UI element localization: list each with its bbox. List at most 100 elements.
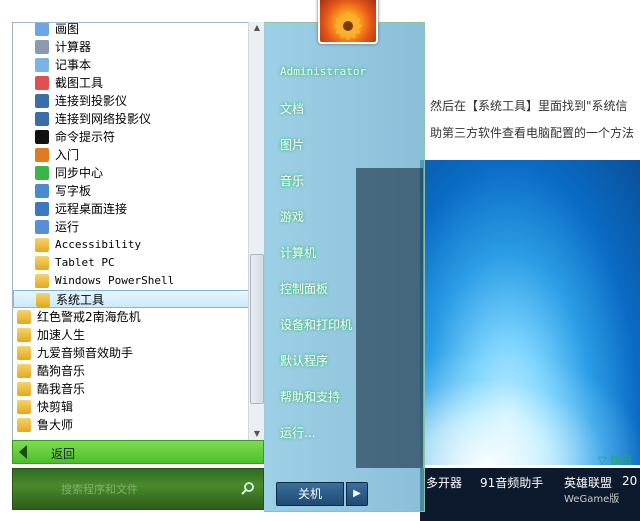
taskbar-item-duokaiqi[interactable]: 多开器 — [426, 474, 462, 491]
program-item[interactable]: 计算器 — [13, 38, 249, 56]
program-item[interactable]: 系统工具 — [13, 290, 249, 308]
right-menu-item[interactable]: 控制面板 — [280, 280, 328, 297]
program-item[interactable]: 远程桌面连接 — [13, 200, 249, 218]
program-item-label: 鲁大师 — [37, 418, 74, 432]
program-item[interactable]: Windows PowerShell — [13, 272, 249, 290]
folder-icon — [35, 256, 49, 270]
right-menu-item[interactable]: 默认程序 — [280, 352, 328, 369]
program-item[interactable]: 入门 — [13, 146, 249, 164]
paint-icon — [35, 23, 49, 36]
right-pane-shade — [356, 168, 423, 468]
scroll-down-arrow-icon[interactable]: ▼ — [249, 428, 265, 440]
program-item[interactable]: 红色警戒2南海危机 — [13, 308, 249, 326]
program-item-label: 计算器 — [55, 40, 92, 54]
program-item[interactable]: 连接到投影仪 — [13, 92, 249, 110]
program-item[interactable]: 连接到网络投影仪 — [13, 110, 249, 128]
right-menu-item[interactable]: 运行... — [280, 424, 315, 441]
right-menu-item[interactable]: 音乐 — [280, 172, 304, 189]
program-item[interactable]: 截图工具 — [13, 74, 249, 92]
folder-icon — [35, 274, 49, 288]
network-projector-icon — [35, 112, 49, 126]
search-placeholder: 搜索程序和文件 — [61, 483, 138, 496]
projector-icon — [35, 94, 49, 108]
right-menu-item[interactable]: 游戏 — [280, 208, 304, 225]
program-item-label: 入门 — [55, 148, 80, 162]
program-item-label: 写字板 — [55, 184, 92, 198]
taskbar-item-lol[interactable]: 英雄联盟 — [564, 474, 612, 491]
program-item-label: 远程桌面连接 — [55, 202, 128, 216]
program-item[interactable]: 写字板 — [13, 182, 249, 200]
right-pane: Administrator 文档图片音乐游戏计算机控制面板设备和打印机 默认程序帮… — [264, 22, 425, 512]
program-item-label: Windows PowerShell — [55, 274, 175, 287]
scroll-thumb[interactable] — [250, 254, 264, 404]
program-item-label: 连接到网络投影仪 — [55, 112, 152, 126]
taskbar-item-91-audio[interactable]: 91音频助手 — [480, 474, 543, 491]
program-item[interactable]: 运行 — [13, 218, 249, 236]
folder-icon — [17, 400, 31, 414]
wallpaper-image — [420, 160, 640, 465]
program-item-label: Tablet PC — [55, 256, 115, 269]
article-text-line-1: 然后在【系统工具】里面找到"系统信 — [430, 99, 628, 113]
program-item-label: 快剪辑 — [37, 400, 74, 414]
scroll-up-arrow-icon[interactable]: ▲ — [249, 22, 265, 34]
folder-icon — [17, 346, 31, 360]
right-menu-item[interactable]: 图片 — [280, 136, 304, 153]
shutdown-options-arrow-icon[interactable]: ▶ — [346, 482, 368, 506]
program-item[interactable]: 同步中心 — [13, 164, 249, 182]
program-item-label: 加速人生 — [37, 328, 86, 342]
getting-started-icon — [35, 148, 49, 162]
program-item-label: 系统工具 — [56, 293, 105, 307]
program-item[interactable]: 鲁大师 — [13, 416, 249, 434]
program-item[interactable]: 画图 — [13, 22, 249, 38]
folder-icon — [17, 310, 31, 324]
program-item-label: 同步中心 — [55, 166, 104, 180]
back-label: 返回 — [51, 447, 76, 461]
wordpad-icon — [35, 184, 49, 198]
back-button[interactable]: 返回 — [12, 440, 264, 464]
program-item-label: 酷我音乐 — [37, 382, 86, 396]
program-item[interactable]: 快剪辑 — [13, 398, 249, 416]
program-item-label: 红色警戒2南海危机 — [37, 310, 141, 324]
program-item[interactable]: 酷狗音乐 — [13, 362, 249, 380]
search-input[interactable]: 搜索程序和文件 — [12, 468, 264, 510]
program-item[interactable]: 命令提示符 — [13, 128, 249, 146]
program-item-label: 截图工具 — [55, 76, 104, 90]
program-item[interactable]: 记事本 — [13, 56, 249, 74]
right-menu-item[interactable]: 文档 — [280, 100, 304, 117]
user-name-link[interactable]: Administrator — [280, 65, 366, 78]
folder-icon — [17, 382, 31, 396]
taskbar-item-lol-sub: WeGame版 — [564, 494, 620, 505]
article-text-line-2: 助第三方软件查看电脑配置的一个方法 — [430, 126, 635, 140]
program-item[interactable]: Accessibility — [13, 236, 249, 254]
taskbar-item-clock[interactable]: 20 — [622, 474, 637, 488]
right-menu-item[interactable]: 设备和打印机 — [280, 316, 352, 333]
back-arrow-icon — [19, 445, 27, 459]
folder-icon — [17, 364, 31, 378]
folder-icon — [17, 418, 31, 432]
user-avatar[interactable] — [318, 0, 378, 44]
program-item[interactable]: Tablet PC — [13, 254, 249, 272]
program-item-label: 画图 — [55, 22, 80, 36]
program-item[interactable]: 加速人生 — [13, 326, 249, 344]
right-menu-item[interactable]: 帮助和支持 — [280, 388, 340, 405]
start-menu: 画图计算器记事本截图工具连接到投影仪连接到网络投影仪 命令提示符入门同步中心写字板… — [0, 0, 425, 521]
right-menu-item[interactable]: 计算机 — [280, 244, 316, 261]
snipping-icon — [35, 76, 49, 90]
program-item-label: 连接到投影仪 — [55, 94, 128, 108]
program-item-label: 运行 — [55, 220, 80, 234]
sync-icon — [35, 166, 49, 180]
program-item-label: 命令提示符 — [55, 130, 116, 144]
shutdown-button[interactable]: 关机 — [276, 482, 344, 506]
notepad-icon — [35, 58, 49, 72]
folder-icon — [36, 293, 50, 307]
program-item[interactable]: 酷我音乐 — [13, 380, 249, 398]
program-item[interactable]: 九爱音频音效助手 — [13, 344, 249, 362]
program-item-label: 记事本 — [55, 58, 92, 72]
program-item-label: 九爱音频音效助手 — [37, 346, 134, 360]
program-item-label: 酷狗音乐 — [37, 364, 86, 378]
search-icon[interactable] — [241, 481, 255, 495]
kuaijian-label: ▽ 快剪 — [598, 454, 632, 467]
cmd-icon — [35, 130, 49, 144]
programs-scrollbar[interactable]: ▲ ▼ — [248, 22, 265, 440]
flower-icon — [334, 12, 362, 40]
